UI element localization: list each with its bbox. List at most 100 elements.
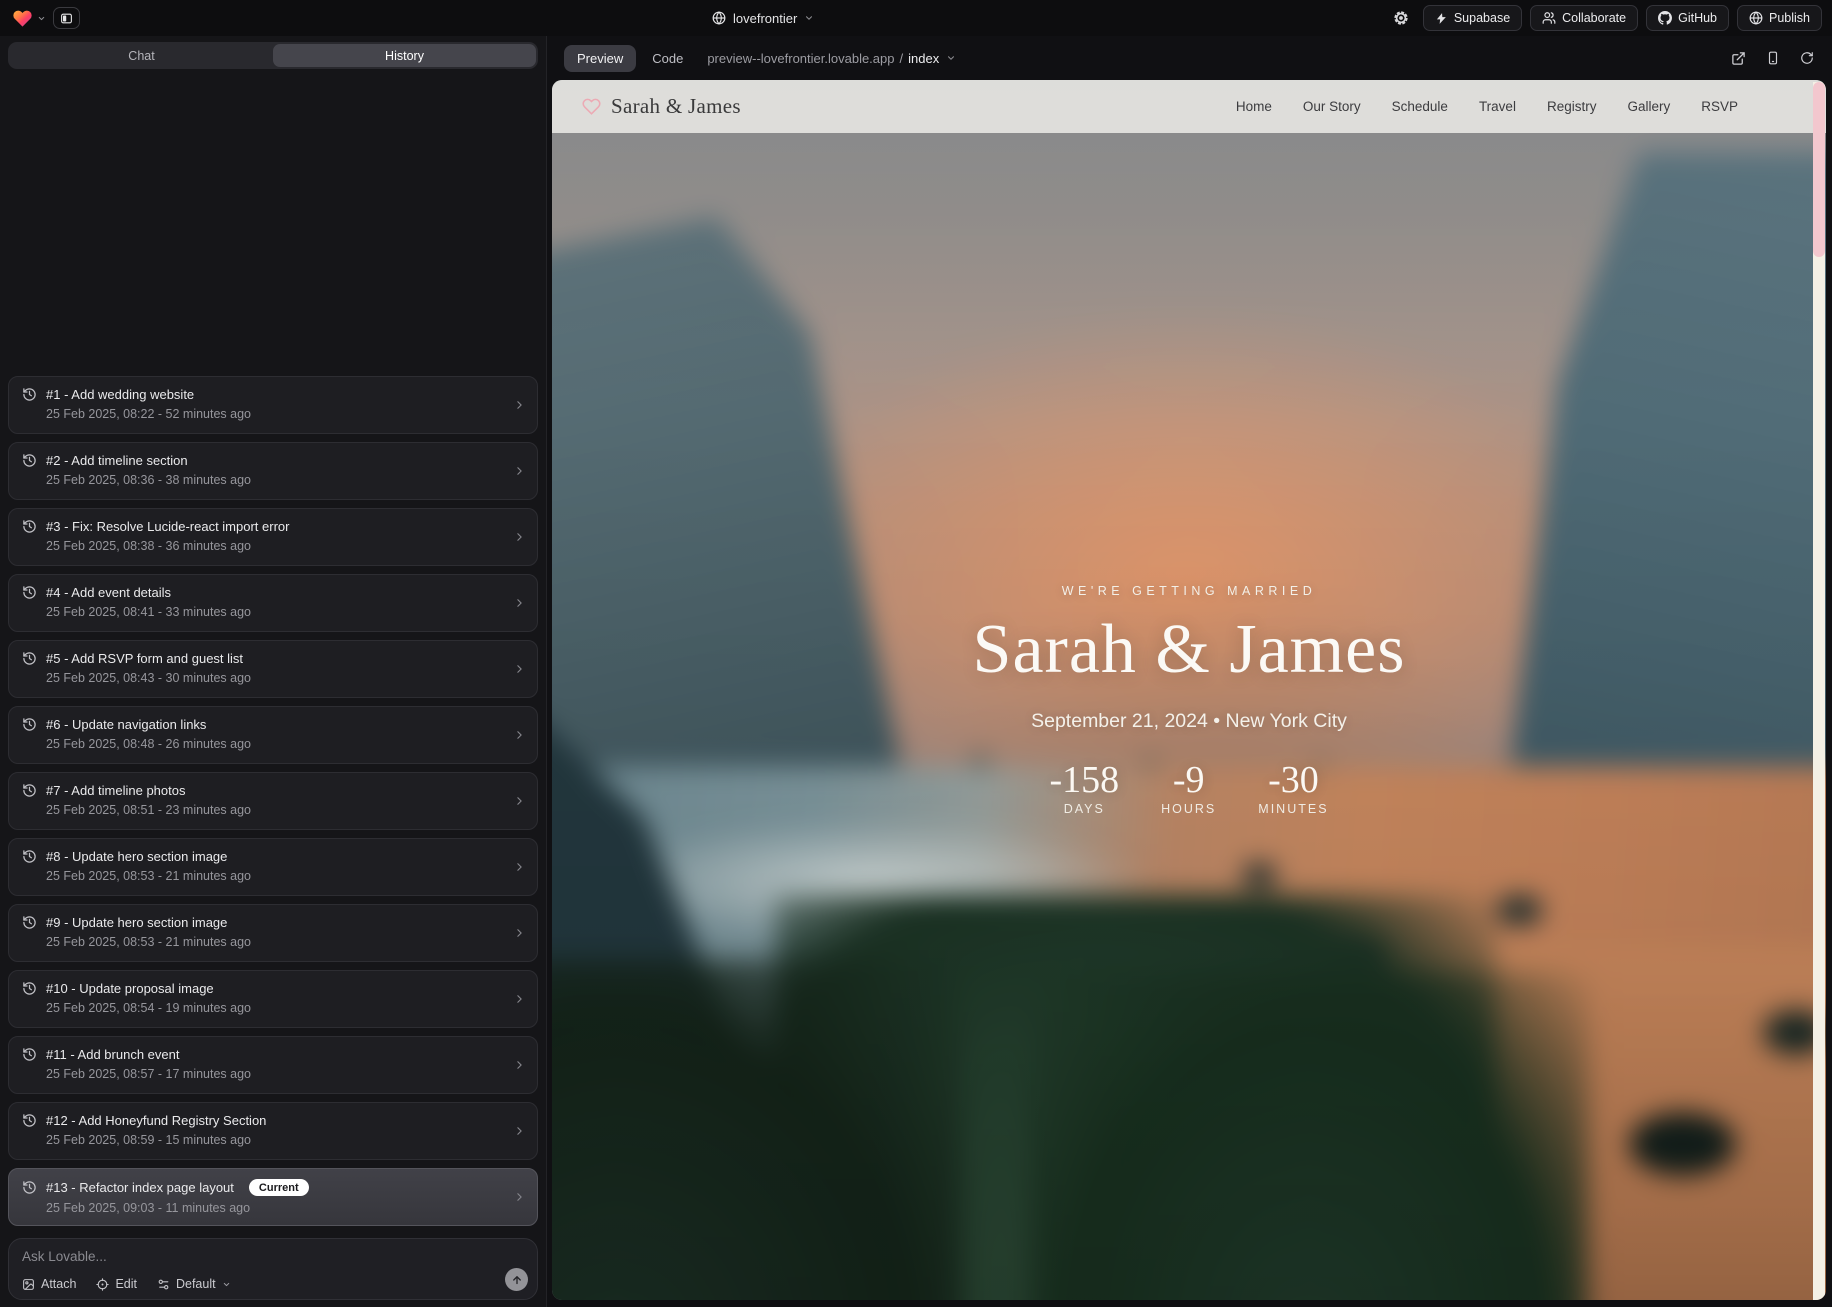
history-item[interactable]: #4 - Add event details 25 Feb 2025, 08:4… bbox=[8, 574, 538, 632]
history-item[interactable]: #9 - Update hero section image 25 Feb 20… bbox=[8, 904, 538, 962]
chevron-right-icon bbox=[513, 465, 526, 478]
history-item-title: #7 - Add timeline photos bbox=[46, 783, 185, 798]
arrow-up-icon bbox=[511, 1274, 523, 1286]
panel-left-icon bbox=[59, 12, 74, 25]
mobile-view-button[interactable] bbox=[1766, 51, 1780, 65]
smartphone-icon bbox=[1766, 51, 1780, 65]
site-brand-name: Sarah & James bbox=[611, 94, 741, 119]
sidebar-tabs: Chat History bbox=[8, 42, 538, 69]
history-item-timestamp: 25 Feb 2025, 08:51 - 23 minutes ago bbox=[46, 803, 503, 817]
chevron-down-icon bbox=[804, 13, 814, 23]
prompt-composer: Attach Edit Default bbox=[8, 1238, 538, 1300]
history-item[interactable]: #1 - Add wedding website 25 Feb 2025, 08… bbox=[8, 376, 538, 434]
nav-link[interactable]: Gallery bbox=[1627, 99, 1670, 114]
supabase-bolt-icon bbox=[1435, 12, 1448, 25]
countdown-label: HOURS bbox=[1161, 802, 1216, 816]
nav-link[interactable]: RSVP bbox=[1701, 99, 1738, 114]
tab-code[interactable]: Code bbox=[652, 51, 683, 66]
project-selector[interactable]: lovefrontier bbox=[712, 0, 814, 36]
history-item-timestamp: 25 Feb 2025, 09:03 - 11 minutes ago bbox=[46, 1201, 503, 1215]
sidebar-toggle-button[interactable] bbox=[53, 7, 80, 29]
settings-button[interactable] bbox=[1387, 5, 1415, 31]
chevron-right-icon bbox=[513, 531, 526, 544]
countdown-item: -158 DAYS bbox=[1049, 761, 1119, 816]
tab-preview[interactable]: Preview bbox=[564, 45, 636, 72]
history-icon bbox=[22, 519, 37, 534]
nav-link[interactable]: Registry bbox=[1547, 99, 1597, 114]
url-domain: preview--lovefrontier.lovable.app bbox=[707, 51, 894, 66]
github-icon bbox=[1658, 11, 1672, 25]
lovable-heart-icon bbox=[12, 8, 33, 29]
history-item[interactable]: #8 - Update hero section image 25 Feb 20… bbox=[8, 838, 538, 896]
send-button[interactable] bbox=[505, 1268, 528, 1291]
history-icon bbox=[22, 387, 37, 402]
edit-label: Edit bbox=[115, 1277, 137, 1291]
edit-button[interactable]: Edit bbox=[96, 1277, 137, 1291]
history-item-timestamp: 25 Feb 2025, 08:53 - 21 minutes ago bbox=[46, 935, 503, 949]
tab-history[interactable]: History bbox=[273, 44, 536, 67]
history-item[interactable]: #12 - Add Honeyfund Registry Section 25 … bbox=[8, 1102, 538, 1160]
attach-button[interactable]: Attach bbox=[22, 1277, 76, 1291]
chevron-right-icon bbox=[513, 399, 526, 412]
tab-chat[interactable]: Chat bbox=[10, 44, 273, 67]
history-item[interactable]: #5 - Add RSVP form and guest list 25 Feb… bbox=[8, 640, 538, 698]
refresh-icon bbox=[1800, 51, 1814, 65]
hero-date-location: September 21, 2024 • New York City bbox=[552, 710, 1826, 733]
url-page: index bbox=[908, 51, 939, 66]
history-item-timestamp: 25 Feb 2025, 08:41 - 33 minutes ago bbox=[46, 605, 503, 619]
history-item-timestamp: 25 Feb 2025, 08:57 - 17 minutes ago bbox=[46, 1067, 503, 1081]
nav-link[interactable]: Travel bbox=[1479, 99, 1516, 114]
ask-lovable-input[interactable] bbox=[22, 1249, 442, 1264]
external-link-icon bbox=[1731, 51, 1746, 66]
lovable-logo-menu[interactable] bbox=[12, 8, 46, 29]
history-item-timestamp: 25 Feb 2025, 08:59 - 15 minutes ago bbox=[46, 1133, 503, 1147]
url-selector[interactable]: preview--lovefrontier.lovable.app / inde… bbox=[707, 51, 956, 66]
history-item-title: #9 - Update hero section image bbox=[46, 915, 227, 930]
hero-eyebrow: WE'RE GETTING MARRIED bbox=[552, 584, 1826, 598]
history-item-title: #4 - Add event details bbox=[46, 585, 171, 600]
nav-link[interactable]: Home bbox=[1236, 99, 1272, 114]
site-scrollbar-track bbox=[1813, 82, 1825, 1300]
history-item-title: #12 - Add Honeyfund Registry Section bbox=[46, 1113, 266, 1128]
history-item-title: #6 - Update navigation links bbox=[46, 717, 206, 732]
mode-label: Default bbox=[176, 1277, 216, 1291]
image-icon bbox=[22, 1278, 35, 1291]
history-item[interactable]: #11 - Add brunch event 25 Feb 2025, 08:5… bbox=[8, 1036, 538, 1094]
history-icon bbox=[22, 585, 37, 600]
history-item-timestamp: 25 Feb 2025, 08:22 - 52 minutes ago bbox=[46, 407, 503, 421]
history-item-title: #8 - Update hero section image bbox=[46, 849, 227, 864]
history-item[interactable]: #13 - Refactor index page layout Current… bbox=[8, 1168, 538, 1226]
chevron-right-icon bbox=[513, 861, 526, 874]
publish-button[interactable]: Publish bbox=[1737, 5, 1822, 31]
history-item[interactable]: #3 - Fix: Resolve Lucide-react import er… bbox=[8, 508, 538, 566]
collaborate-button[interactable]: Collaborate bbox=[1530, 5, 1638, 31]
history-item[interactable]: #2 - Add timeline section 25 Feb 2025, 0… bbox=[8, 442, 538, 500]
history-icon bbox=[22, 1180, 37, 1195]
chevron-right-icon bbox=[513, 795, 526, 808]
chevron-down-icon bbox=[946, 53, 956, 63]
history-icon bbox=[22, 651, 37, 666]
nav-link[interactable]: Schedule bbox=[1392, 99, 1448, 114]
open-external-button[interactable] bbox=[1731, 51, 1746, 66]
chevron-right-icon bbox=[513, 1191, 526, 1204]
attach-label: Attach bbox=[41, 1277, 76, 1291]
countdown-value: -158 bbox=[1049, 761, 1119, 799]
github-button[interactable]: GitHub bbox=[1646, 5, 1729, 31]
globe-icon bbox=[1749, 11, 1763, 25]
history-icon bbox=[22, 783, 37, 798]
nav-link[interactable]: Our Story bbox=[1303, 99, 1361, 114]
history-icon bbox=[22, 981, 37, 996]
chevron-right-icon bbox=[513, 597, 526, 610]
history-item[interactable]: #6 - Update navigation links 25 Feb 2025… bbox=[8, 706, 538, 764]
history-item-title: #2 - Add timeline section bbox=[46, 453, 188, 468]
refresh-button[interactable] bbox=[1800, 51, 1814, 65]
mode-select[interactable]: Default bbox=[157, 1277, 231, 1291]
users-icon bbox=[1542, 11, 1556, 25]
supabase-button[interactable]: Supabase bbox=[1423, 5, 1522, 31]
site-brand[interactable]: Sarah & James bbox=[582, 94, 741, 119]
globe-icon bbox=[712, 11, 726, 25]
history-item[interactable]: #10 - Update proposal image 25 Feb 2025,… bbox=[8, 970, 538, 1028]
history-item[interactable]: #7 - Add timeline photos 25 Feb 2025, 08… bbox=[8, 772, 538, 830]
site-scrollbar-thumb[interactable] bbox=[1813, 82, 1825, 257]
github-label: GitHub bbox=[1678, 11, 1717, 25]
